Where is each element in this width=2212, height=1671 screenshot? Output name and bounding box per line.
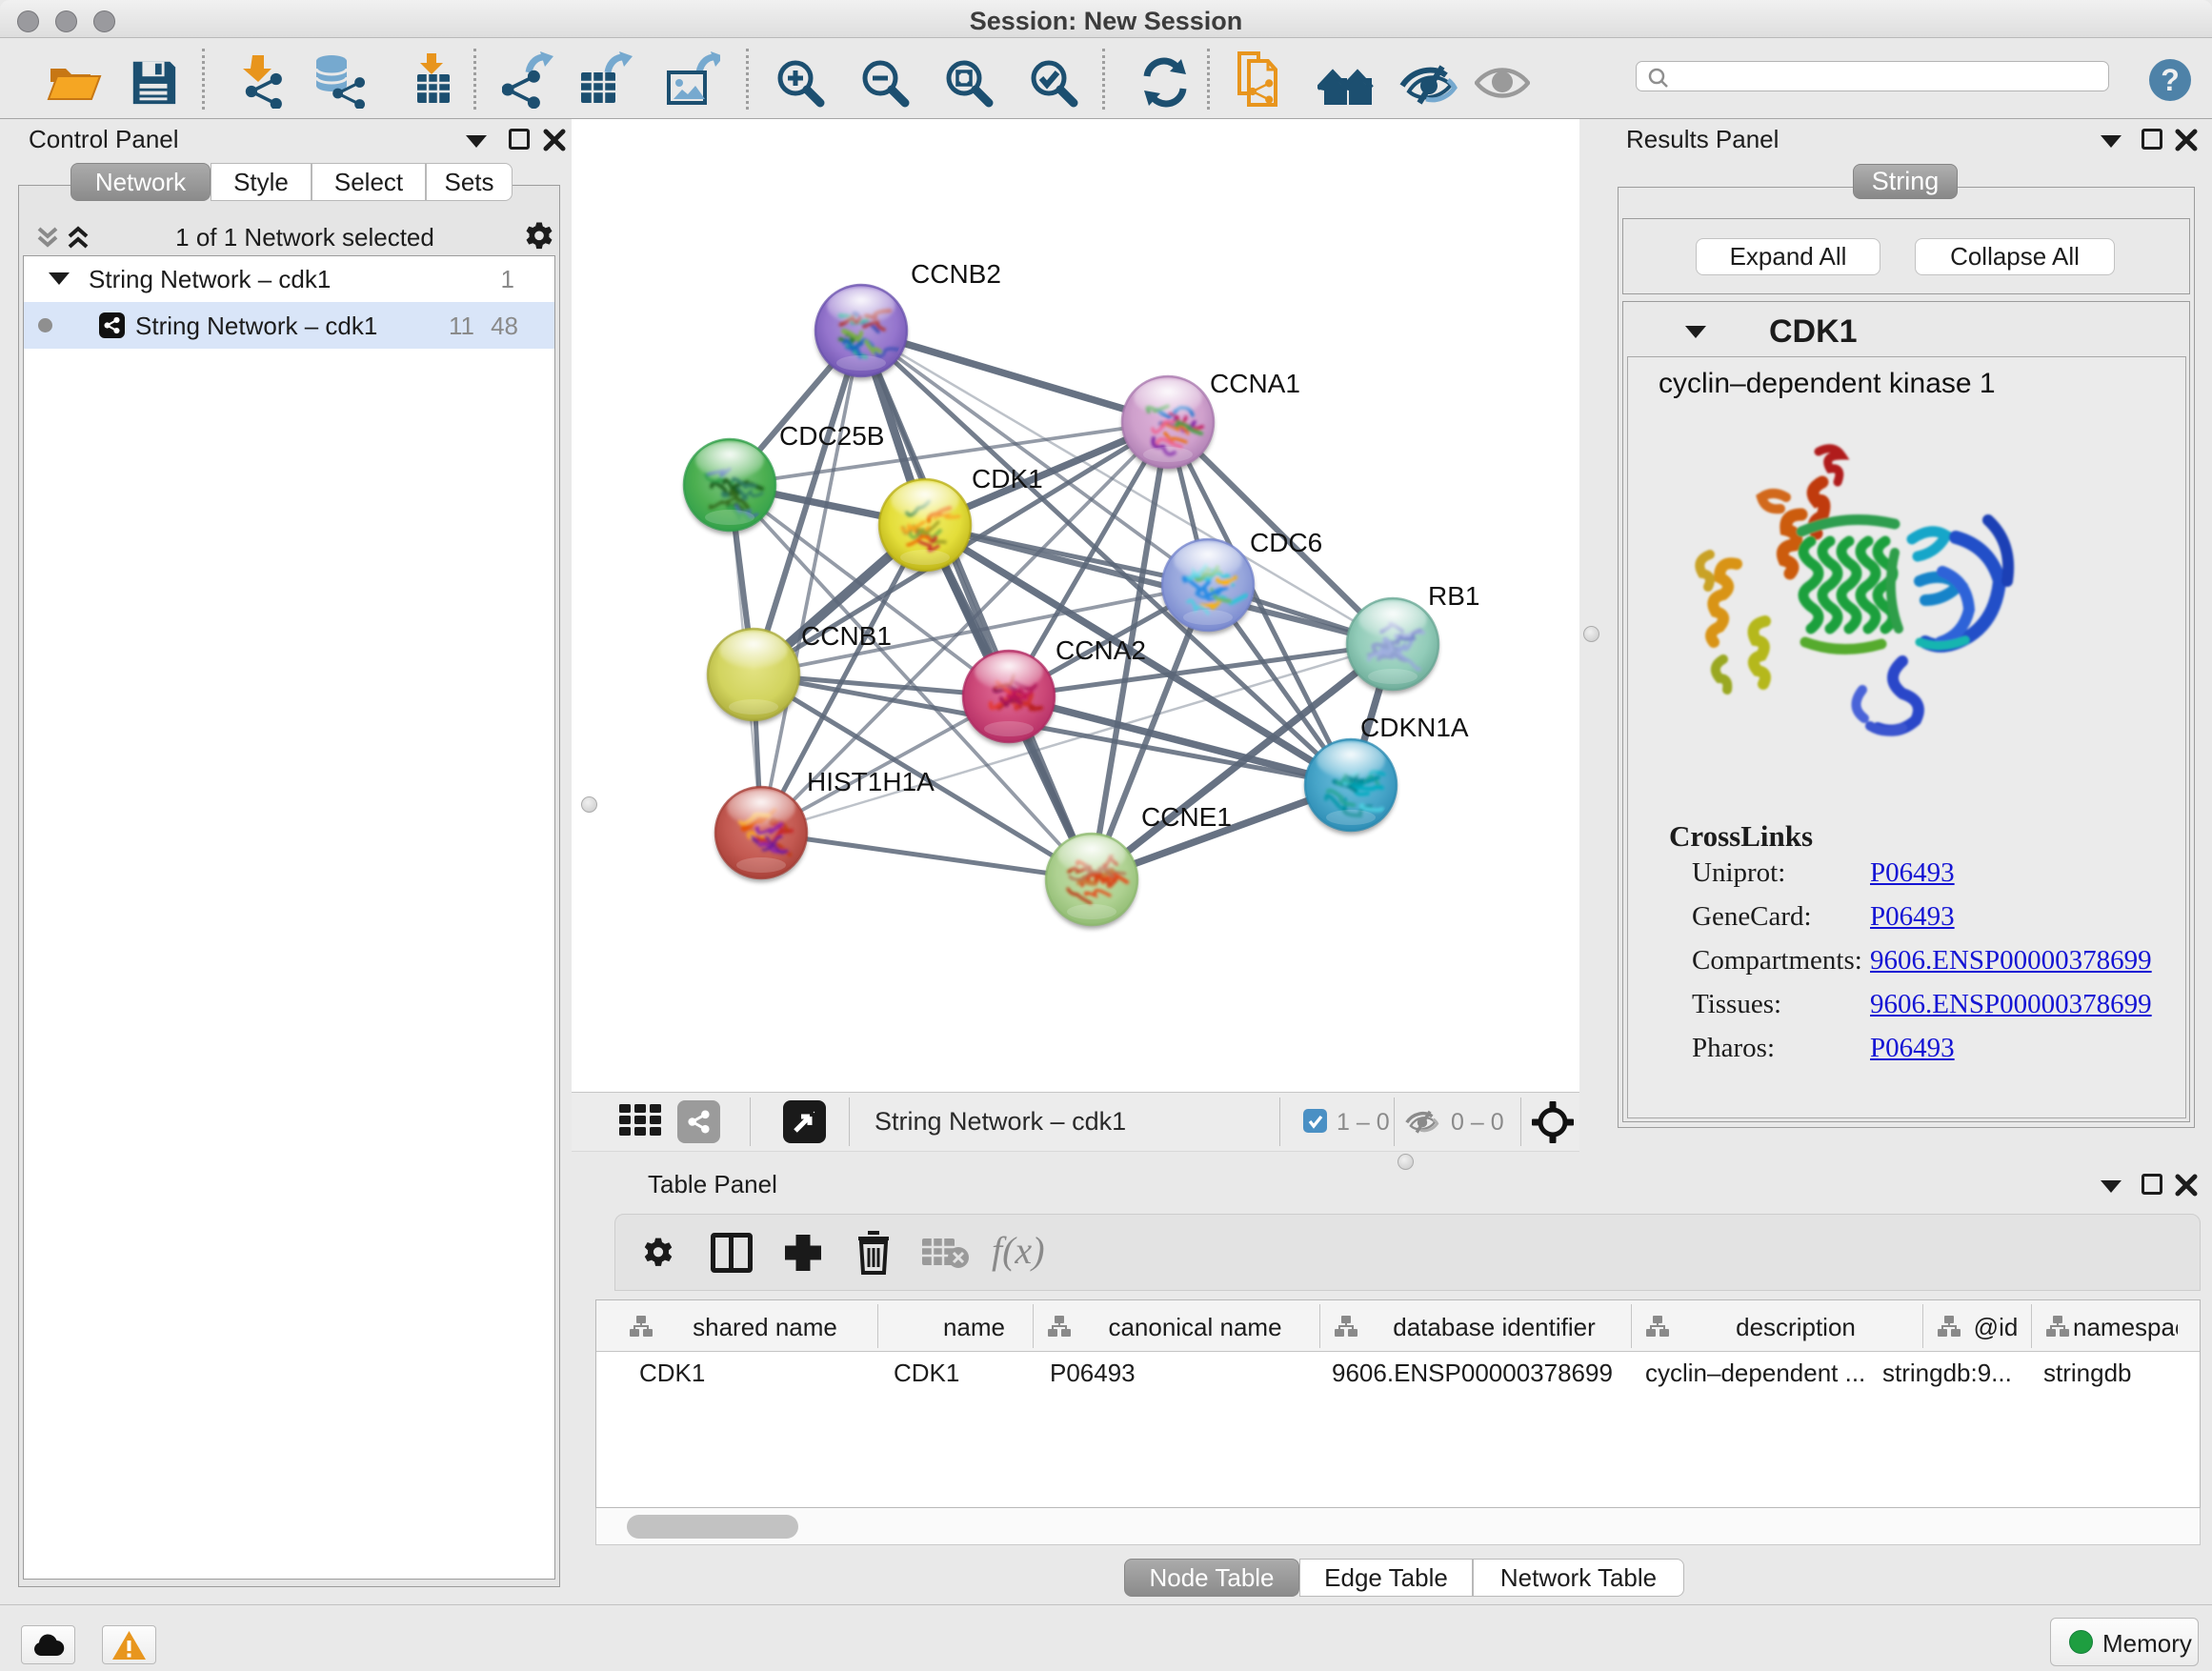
svg-text:CCNA2: CCNA2: [1056, 635, 1146, 665]
svg-text:CCNE1: CCNE1: [1141, 802, 1232, 832]
svg-text:?: ?: [2161, 63, 2180, 97]
svg-text:CDC25B: CDC25B: [779, 421, 884, 451]
svg-text:CCNB2: CCNB2: [911, 259, 1001, 289]
svg-text:RB1: RB1: [1428, 581, 1479, 611]
svg-text:CCNA1: CCNA1: [1210, 369, 1300, 398]
svg-text:CDC6: CDC6: [1250, 528, 1322, 557]
svg-text:CDK1: CDK1: [972, 464, 1043, 493]
svg-text:CCNB1: CCNB1: [801, 621, 892, 651]
svg-text:CDKN1A: CDKN1A: [1360, 713, 1469, 742]
svg-text:HIST1H1A: HIST1H1A: [807, 767, 935, 796]
